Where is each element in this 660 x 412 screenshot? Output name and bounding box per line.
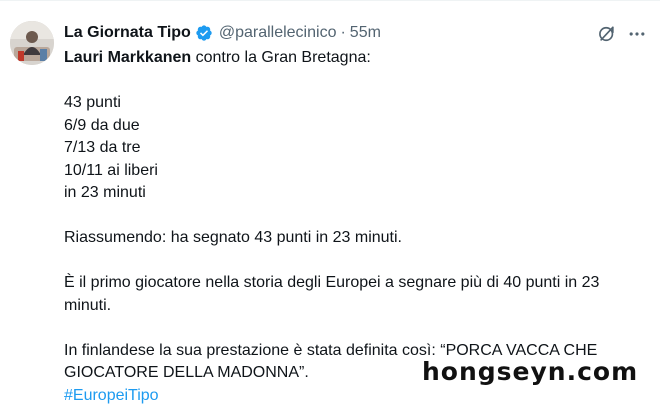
display-name[interactable]: La Giornata Tipo xyxy=(64,22,191,44)
stat-line: 6/9 da due xyxy=(64,116,140,134)
tweet-line-intro: Lauri Markkanen contro la Gran Bretagna: xyxy=(64,47,652,70)
history-line: È il primo giocatore nella storia degli … xyxy=(64,274,600,291)
avatar-image xyxy=(10,21,54,65)
history-line: minuti. xyxy=(64,296,112,314)
tweet-header: La Giornata Tipo @parallelecinico · 55m xyxy=(64,22,381,44)
grok-button[interactable] xyxy=(596,23,618,45)
header-separator: · xyxy=(340,24,346,41)
intro-rest: contro la Gran Bretagna: xyxy=(191,49,371,66)
player-name: Lauri Markkanen xyxy=(64,49,192,66)
more-icon xyxy=(629,32,645,36)
user-handle[interactable]: @parallelecinico xyxy=(219,22,337,44)
summary-line: Riassumendo: ha segnato 43 punti in 23 m… xyxy=(64,229,402,246)
stat-line: in 23 minuti xyxy=(64,184,146,201)
stat-line: 43 punti xyxy=(64,94,121,111)
tweet-text: Lauri Markkanen contro la Gran Bretagna:… xyxy=(64,47,652,407)
tweet-timestamp[interactable]: 55m xyxy=(350,22,381,44)
tweet-card[interactable]: La Giornata Tipo @parallelecinico · 55m … xyxy=(0,0,660,412)
hashtag-link[interactable]: #EuropeiTipo xyxy=(64,385,652,408)
more-options-button[interactable] xyxy=(626,23,648,45)
stat-line: 10/11 ai liberi xyxy=(64,161,158,179)
watermark: hongseyn.com xyxy=(422,357,639,386)
verified-badge-icon xyxy=(195,24,213,42)
grok-icon xyxy=(599,26,614,42)
avatar[interactable] xyxy=(10,21,54,65)
stat-line: 7/13 da tre xyxy=(64,139,141,156)
